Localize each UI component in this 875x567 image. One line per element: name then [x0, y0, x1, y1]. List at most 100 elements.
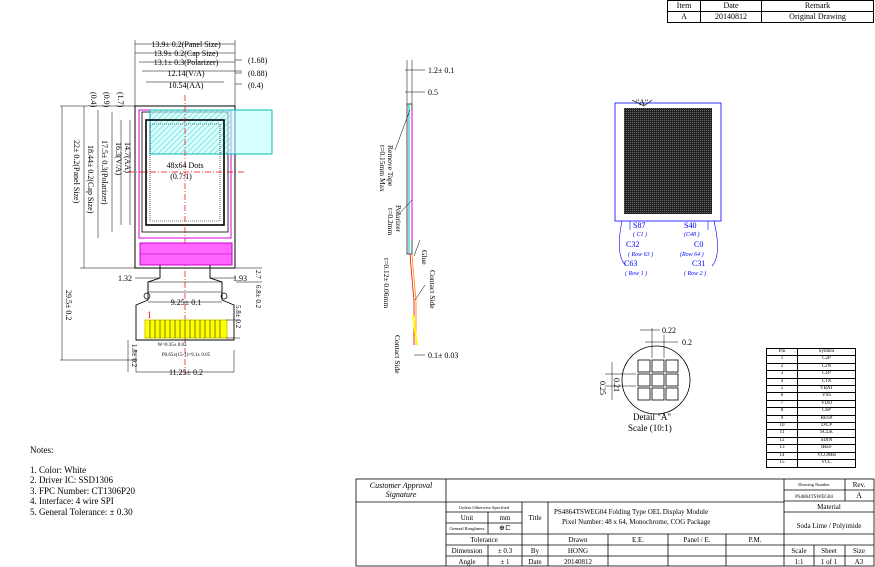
- pin-row: 7 VDD: [766, 399, 856, 409]
- dim-panel-size: 13.9± 0.2(Panel Size): [151, 40, 221, 49]
- label-c31: C31: [692, 259, 705, 268]
- dim-top-right-3: (0.4): [248, 81, 264, 90]
- pin-row: 15 VCC: [766, 459, 856, 468]
- side-dim-bottom: 0.1± 0.03: [428, 351, 458, 360]
- dim-fpc-left: 1.32: [118, 274, 132, 283]
- dim-left-3: (0.4): [89, 92, 98, 108]
- size-label: Size: [853, 547, 865, 555]
- detail-a: 0.22 0.2 0.21 0.25 Detail "A" Scale (10:…: [598, 326, 692, 433]
- tolerance-label: Tolerance: [470, 536, 498, 544]
- contact-side-2: Contact Side: [393, 335, 402, 374]
- matrix-view: "A" S87 ( C1 ) S40 (C48 ) C32 ( Row 63 )…: [614, 98, 722, 277]
- dim-left-aa: 14.7(AA): [123, 142, 132, 173]
- dim-cap-size: 13.9± 0.2(Cap Size): [154, 49, 219, 58]
- material-label: Material: [817, 503, 841, 511]
- label-s40: S40: [684, 221, 696, 230]
- size-value: A3: [855, 558, 864, 566]
- dim-bottom-left: 1.8± 0.2: [130, 344, 138, 368]
- pin-table: Pin Symbol 1 C2P 2 C2N 3 C1P 4 C1N 5 VBAT 6 VS…: [766, 347, 856, 468]
- unit-label: Unit: [461, 514, 474, 522]
- general-roughness: General Roughness: [449, 526, 484, 531]
- note-item: 2. Driver IC: SSD1306: [30, 475, 113, 485]
- dim-fpc-right-height-2: 5.8± 0.2: [234, 305, 242, 329]
- drawing-number: PS4864TSWEG04: [795, 495, 833, 500]
- detail-scale: Scale (10:1): [628, 423, 672, 433]
- material-value: Soda Lime / Polyimide: [797, 522, 862, 530]
- dim-left-cap: 18.44± 0.2(Cap Size): [86, 145, 95, 214]
- drawn-label: Drawn: [568, 536, 588, 544]
- notes: Notes: 1. Color: White 2. Driver IC: SSD…: [30, 445, 135, 517]
- label-s87: S87: [633, 221, 645, 230]
- label-row63: ( Row 63 ): [628, 251, 653, 258]
- sheet-label: Sheet: [821, 547, 837, 555]
- dimension-value: ± 0.3: [498, 547, 513, 555]
- pin-row: 13 IREF: [766, 444, 856, 453]
- pin-row: 14 VCOMH: [766, 451, 856, 461]
- pin-row: 12 SDIN: [766, 436, 856, 446]
- center-label: 48x64 Dots: [166, 161, 203, 170]
- dim-polarizer: 13.1± 0.3(Polarizer): [154, 58, 219, 67]
- dim-top-small: 2.7: [254, 270, 262, 279]
- panel-e-label: Panel / E.: [683, 536, 710, 544]
- drawing-number-label: Drawing Number: [798, 482, 830, 487]
- scale-value: 1:1: [795, 558, 804, 566]
- label-c32: C32: [626, 240, 639, 249]
- title-block: Customer Approval Signature Unless Other…: [370, 481, 866, 566]
- dim-left-va: 16.3(V/A): [114, 142, 123, 175]
- label-c63: C63: [624, 259, 637, 268]
- title-line-2: Pixel Number: 48 x 64, Monochrome, COG P…: [562, 518, 710, 526]
- dimension-label: Dimension: [452, 547, 483, 555]
- rev-label: Rev.: [853, 481, 866, 489]
- pin-row: 9 RES#: [766, 414, 856, 424]
- angle-label: Angle: [458, 558, 475, 566]
- title-line-1: PS4864TSWEG04 Folding Type OEL Display M…: [554, 508, 708, 516]
- signature-label: Signature: [386, 490, 417, 499]
- detail-dim-2: 0.2: [682, 338, 692, 347]
- glue-label: Glue: [420, 250, 429, 265]
- side-view: 1.2± 0.1 0.5 Remove Tape t=0.15mm Max Po…: [378, 60, 458, 374]
- notes-title: Notes:: [30, 445, 54, 455]
- title-label: Title: [529, 514, 542, 522]
- pin-row: 1 C2P: [766, 355, 856, 364]
- detail-dim-3: 0.21: [612, 378, 621, 392]
- fpc-thickness-label: t=0.12± 0.06mm: [382, 258, 391, 308]
- pin-header: Pin: [766, 347, 798, 357]
- dim-bottom: 11.25± 0.2: [169, 368, 203, 377]
- pm-label: P.M.: [749, 536, 762, 544]
- remove-tape-sub: t=0.15mm Max: [378, 145, 387, 192]
- pin-row: 11 SCLK: [766, 429, 856, 438]
- roughness-icon: ⊕⊏: [499, 524, 511, 532]
- label-row2: ( Row 2 ): [684, 270, 706, 277]
- front-view: 48x64 Dots (0.7:1) 1 13.9± 0.2(Panel Siz…: [60, 40, 273, 377]
- dim-left-polarizer: 17.5± 0.3(Polarizer): [100, 140, 109, 205]
- label-row64: (Row 64 ): [680, 251, 704, 258]
- fpc-contacts: [144, 319, 228, 339]
- dim-aa: 10.54(AA): [169, 81, 204, 90]
- sheet-value: 1 of 1: [821, 558, 838, 566]
- detail-dim-1: 0.22: [662, 326, 676, 335]
- pin-row: 5 VBAT: [766, 385, 856, 394]
- dim-top-right-1: (1.68): [248, 56, 268, 65]
- dim-fpc-right-height: 6.8± 0.2: [254, 285, 262, 309]
- pitch-text: P0.65x(15-1)=9.1± 0.05: [162, 353, 211, 358]
- rev-value: A: [856, 491, 862, 500]
- detail-title: Detail "A": [633, 412, 671, 422]
- unit-value: mm: [500, 514, 511, 522]
- detail-circle: [621, 345, 691, 415]
- pin-row: 8 CS#: [766, 407, 856, 416]
- pin-row: 6 VSS: [766, 392, 856, 401]
- pin-one-label: 1: [147, 310, 152, 320]
- label-c1: ( C1 ): [633, 231, 647, 238]
- date-label: Date: [528, 558, 541, 566]
- customer-approval: Customer Approval: [370, 481, 433, 490]
- date-value: 20140812: [564, 558, 593, 566]
- dim-left-2: (0.9): [102, 92, 111, 108]
- by-value: HONG: [568, 547, 588, 555]
- dim-fpc-width: 9.25± 0.1: [171, 298, 201, 307]
- contact-side-1: Contact Side: [428, 270, 437, 309]
- detail-dim-4: 0.25: [598, 381, 607, 395]
- label-row1: ( Row 1 ): [625, 270, 647, 277]
- note-item: 4. Interface: 4 wire SPI: [30, 496, 114, 506]
- pin-row: 10 D/C#: [766, 422, 856, 431]
- note-item: 5. General Tolerance: ± 0.30: [30, 506, 133, 517]
